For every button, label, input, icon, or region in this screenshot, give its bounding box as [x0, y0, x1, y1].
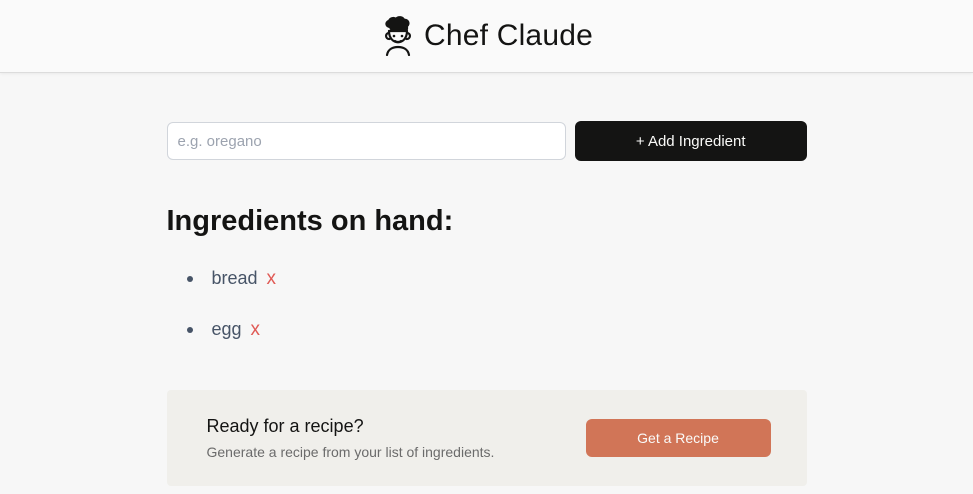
add-ingredient-form: + Add Ingredient [166, 121, 807, 161]
ingredient-name: egg [211, 319, 242, 339]
add-ingredient-button[interactable]: + Add Ingredient [574, 121, 807, 161]
get-recipe-button[interactable]: Get a Recipe [585, 419, 771, 457]
chef-hat-icon [384, 16, 412, 56]
cta-subtitle: Generate a recipe from your list of ingr… [206, 444, 495, 460]
ingredients-heading: Ingredients on hand: [166, 205, 454, 237]
cta-title: Ready for a recipe? [206, 416, 364, 436]
bullet-icon [186, 275, 193, 282]
ingredients-section: Ingredients on hand: bread x egg x [167, 205, 807, 355]
list-item: bread x [167, 253, 807, 304]
app-title: Chef Claude [424, 19, 593, 52]
remove-ingredient-button[interactable]: x [251, 319, 261, 341]
main-content: + Add Ingredient Ingredients on hand: br… [166, 121, 807, 486]
ingredient-input[interactable] [166, 122, 566, 160]
remove-ingredient-button[interactable]: x [267, 268, 277, 290]
bullet-icon [186, 326, 193, 333]
app-header: Chef Claude [0, 0, 973, 73]
ingredient-name: bread [211, 268, 258, 288]
get-recipe-panel: Ready for a recipe? Generate a recipe fr… [166, 390, 807, 486]
list-item: egg x [167, 304, 807, 355]
ingredients-list: bread x egg x [167, 253, 807, 355]
cta-text: Ready for a recipe? Generate a recipe fr… [207, 416, 495, 460]
